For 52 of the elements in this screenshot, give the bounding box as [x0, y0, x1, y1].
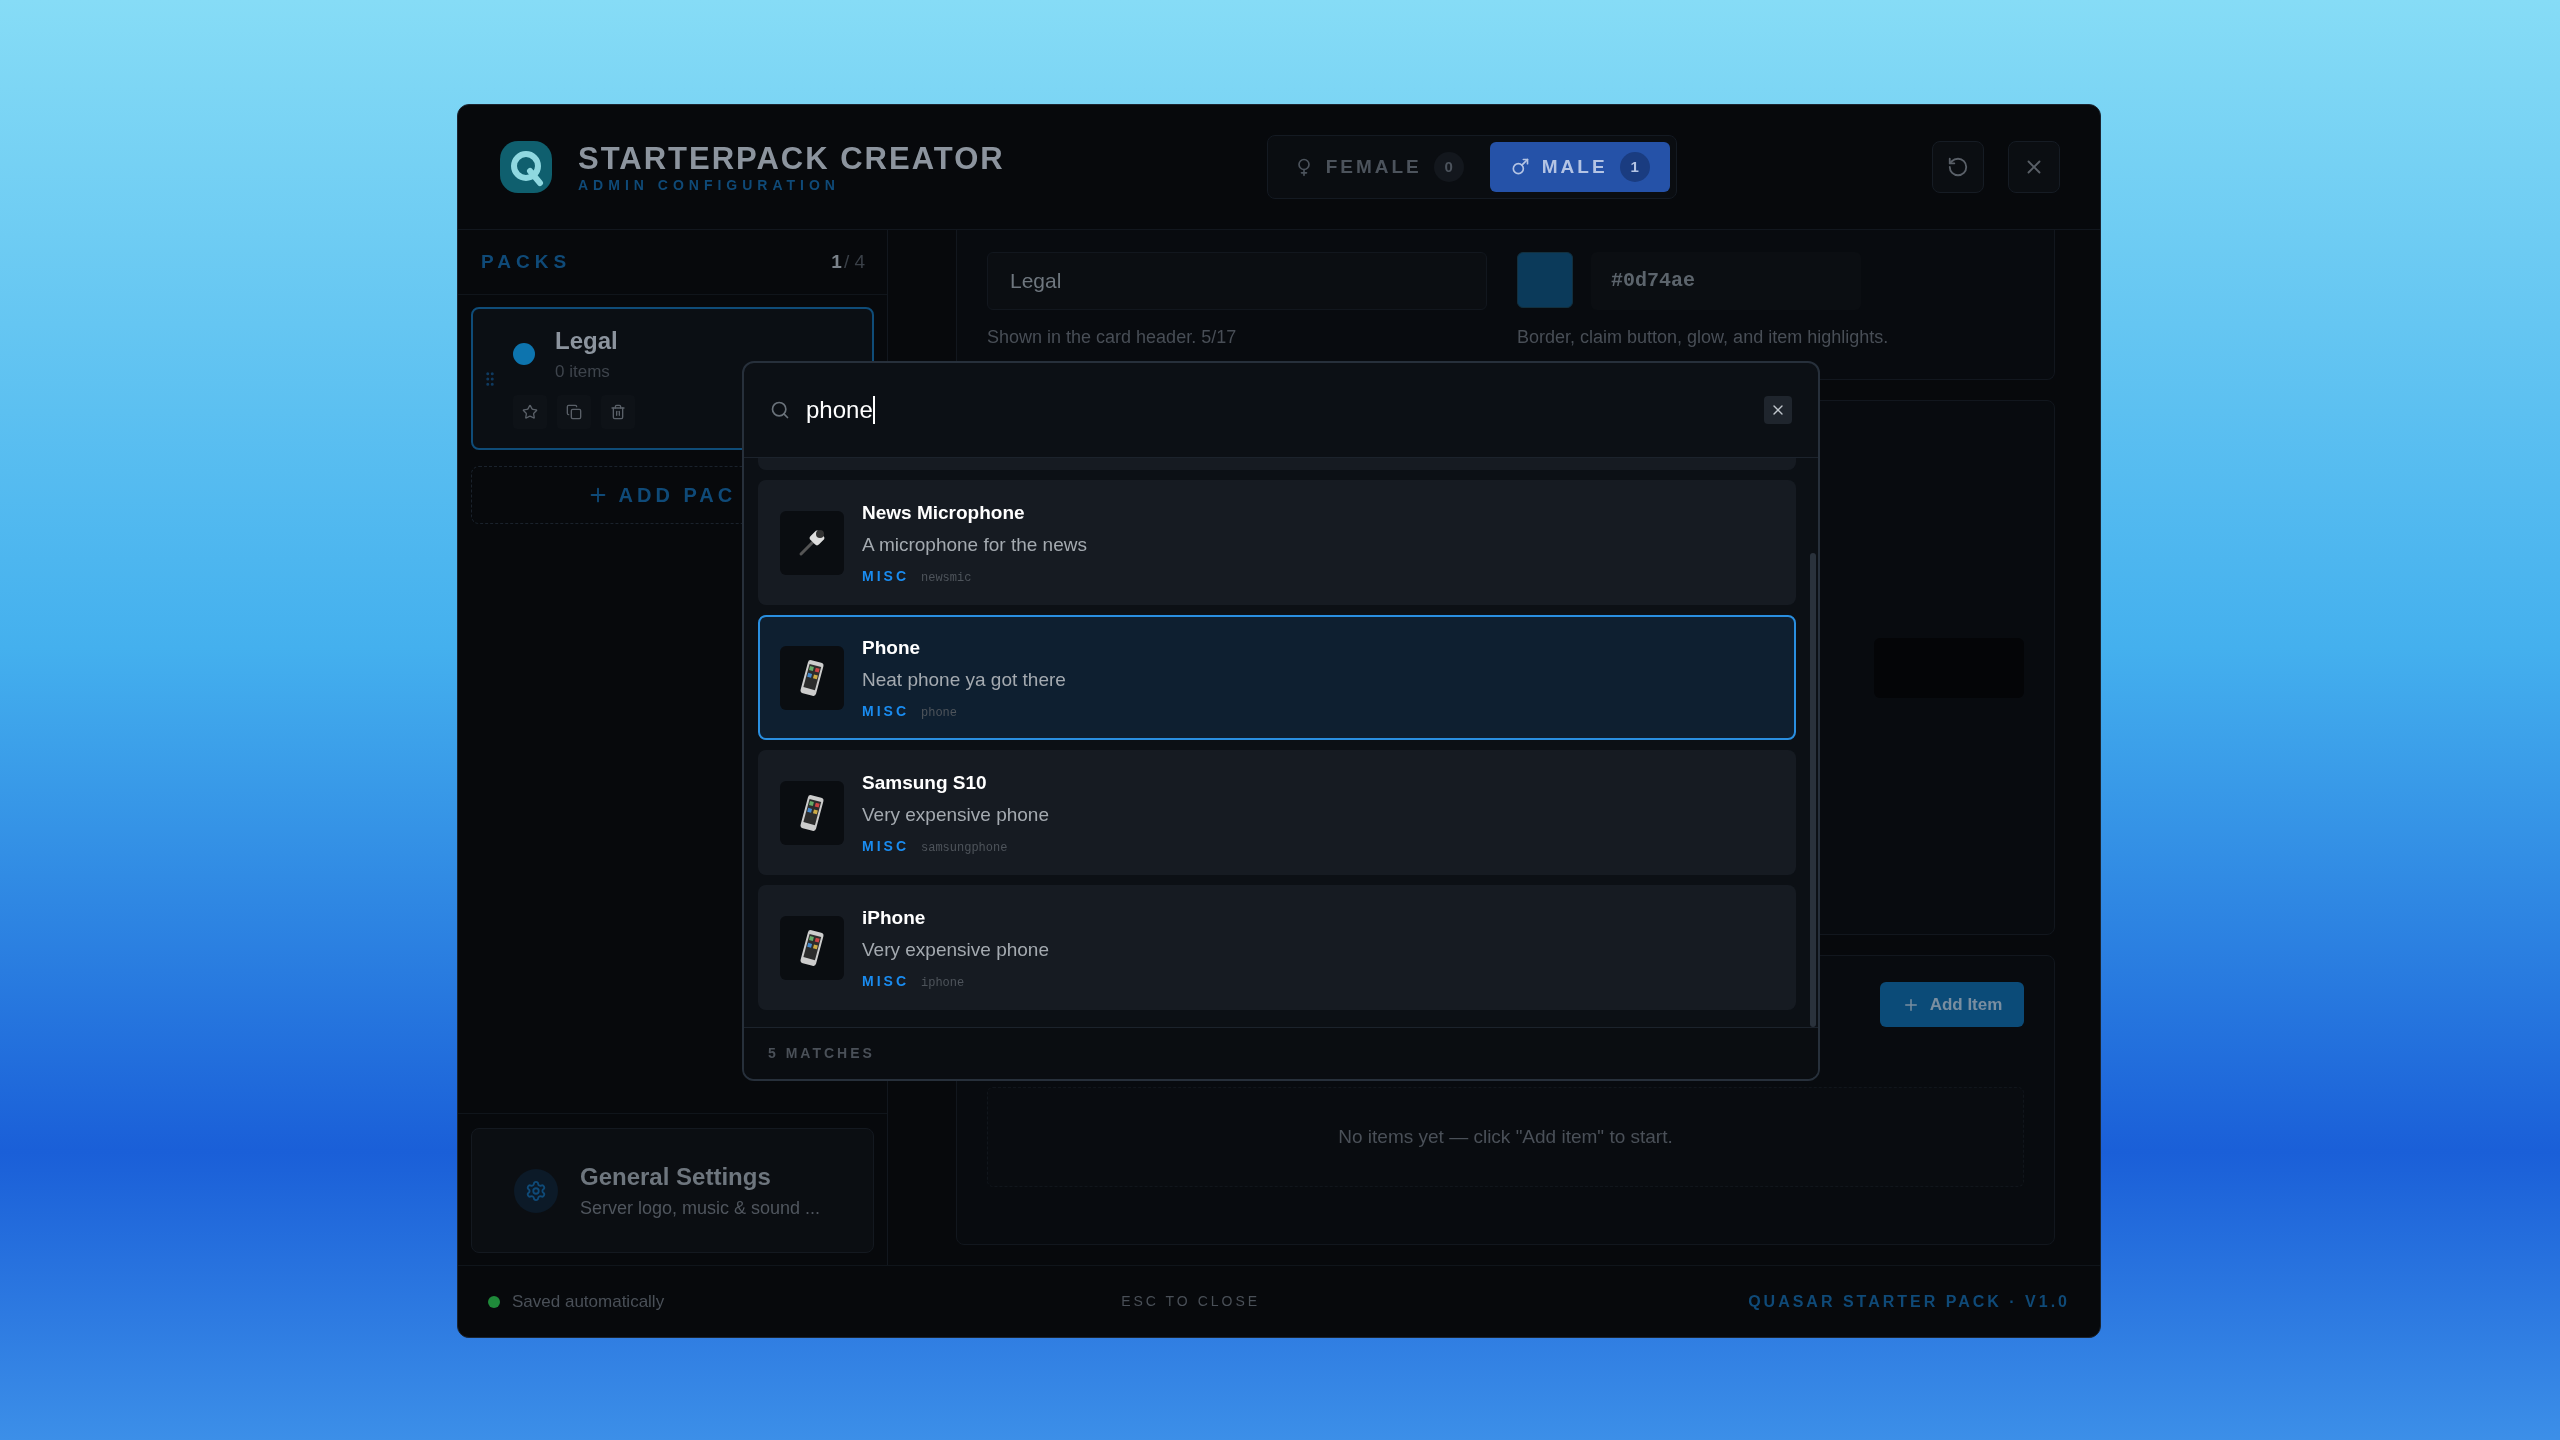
close-hint: ESC TO CLOSE [1121, 1292, 1261, 1311]
item-category: MISC [862, 971, 909, 991]
app-title: STARTERPACK CREATOR [578, 142, 1005, 174]
search-result[interactable]: News Microphone A microphone for the news MISC newsmic [758, 480, 1796, 605]
pack-item-count: 0 items [555, 361, 611, 383]
search-result[interactable]: Phone Neat phone ya got there MISC phone [758, 615, 1796, 740]
settings-icon [514, 1168, 558, 1213]
settings-subtitle: Server logo, music & sound ... [580, 1197, 821, 1220]
count-badge: 0 [1433, 152, 1464, 182]
item-category: MISC [862, 566, 909, 586]
search-icon [770, 400, 790, 420]
color-swatch[interactable] [1517, 252, 1573, 308]
copy-icon [566, 403, 582, 420]
count-badge: 1 [1619, 152, 1650, 182]
item-description: Neat phone ya got there [862, 668, 1066, 692]
pack-name-field[interactable]: Legal [987, 252, 1487, 310]
version-label: QUASAR STARTER PACK · V1.0 [1748, 1291, 2070, 1312]
item-code: newsmic [921, 569, 972, 587]
match-count: 5 MATCHES [768, 1044, 875, 1063]
item-code: samsungphone [921, 839, 1008, 857]
pack-total: / 4 [843, 249, 865, 274]
field-hint: Border, claim button, glow, and item highlights. [1517, 326, 1889, 349]
item-name: iPhone [862, 905, 927, 930]
section-title: PACKS [481, 249, 572, 274]
search-result[interactable]: Samsung S10 Very expensive phone MISC samsungphone [758, 750, 1796, 875]
search-result[interactable]: iPhone Very expensive phone MISC iphone [758, 885, 1796, 1010]
item-description: A microphone for the news [862, 533, 1087, 557]
app-subtitle: ADMIN CONFIGURATION [578, 177, 841, 192]
scrollbar-thumb[interactable] [1810, 553, 1816, 1027]
reset-button[interactable] [1932, 141, 1984, 193]
gender-tab[interactable]: MALE 1 [1489, 142, 1670, 192]
field-hint: Shown in the card header. 5/17 [987, 326, 1238, 349]
item-description: Very expensive phone [862, 803, 1049, 827]
item-code: iphone [921, 974, 965, 992]
logo-icon [498, 139, 554, 195]
item-code: phone [921, 704, 957, 722]
item-category: MISC [862, 701, 909, 721]
close-button[interactable] [2008, 141, 2060, 193]
clear-button[interactable] [1764, 396, 1792, 424]
trash-icon [610, 403, 626, 420]
item-name: Samsung S10 [862, 770, 988, 795]
settings-title: General Settings [580, 1162, 772, 1192]
item-description: Very expensive phone [862, 938, 1049, 962]
item-name: Phone [862, 635, 922, 660]
star-icon [522, 403, 538, 420]
general-settings-card[interactable]: General Settings Server logo, music & sound ... [471, 1128, 874, 1253]
item-category: MISC [862, 836, 909, 856]
reset-icon [1947, 156, 1969, 178]
save-status: Saved automatically [512, 1290, 665, 1313]
pack-name: Legal [555, 326, 618, 356]
empty-state: No items yet — click "Add item" to start. [987, 1087, 2024, 1187]
pack-index: 1 [831, 249, 842, 274]
